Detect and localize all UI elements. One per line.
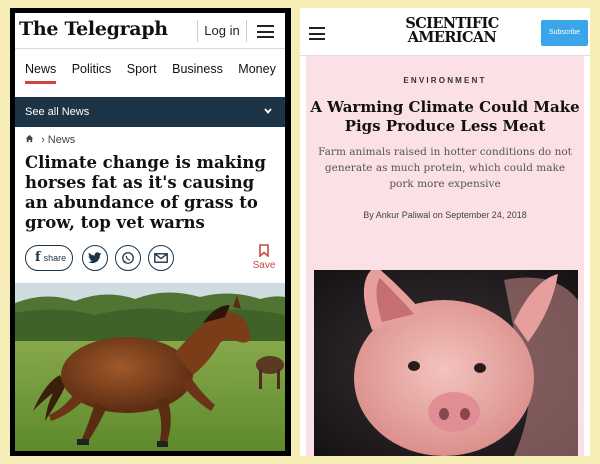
home-icon[interactable] [25,134,37,146]
see-all-news-bar[interactable]: See all News [15,97,285,127]
pig-photo [314,270,578,456]
sciam-logo-line2: AMERICAN [407,29,497,46]
section-label[interactable]: ENVIRONMENT [306,76,584,85]
nav-item-news[interactable]: News [25,57,57,84]
telegraph-header: The Telegraph Log in [15,13,285,49]
hamburger-menu-icon[interactable] [257,25,274,38]
facebook-icon: f [35,250,41,265]
article-dek: Farm animals raised in hotter conditions… [318,146,572,190]
sciam-header: SCIENTIFIC AMERICAN Subscribe [300,8,590,56]
email-share-button[interactable] [148,245,174,271]
share-label: share [43,253,67,263]
twitter-icon [88,252,102,264]
nav-item-business[interactable]: Business [172,57,223,81]
article-hero: ENVIRONMENT A Warming Climate Could Make… [306,56,584,456]
nav-item-money[interactable]: Money [238,57,276,81]
horse-photo [15,283,285,451]
telegraph-nav: News Politics Sport Business Money [15,57,285,89]
see-all-news-label: See all News [25,106,90,118]
telegraph-logo[interactable]: The Telegraph [19,18,168,40]
save-button[interactable]: Save [251,244,277,271]
nav-item-politics[interactable]: Politics [72,57,112,81]
telegraph-phone-frame: The Telegraph Log in News Politics Sport… [10,8,291,456]
login-button[interactable]: Log in [197,20,247,42]
sciam-logo[interactable]: SCIENTIFIC AMERICAN [404,16,500,46]
breadcrumb-separator: › [41,134,45,146]
subscribe-button[interactable]: Subscribe [541,20,588,46]
bookmark-icon [259,244,269,257]
breadcrumb: › News [25,134,75,146]
article-byline: By Ankur Paliwal on September 24, 2018 [363,210,527,220]
chevron-down-icon [263,97,273,127]
whatsapp-share-button[interactable] [115,245,141,271]
facebook-share-button[interactable]: f share [25,245,73,271]
save-label: Save [252,260,276,271]
telegraph-screen: The Telegraph Log in News Politics Sport… [15,13,285,451]
article-headline: Climate change is making horses fat as i… [25,153,266,232]
breadcrumb-news-link[interactable]: News [48,134,76,146]
sciam-phone-screen: SCIENTIFIC AMERICAN Subscribe ENVIRONMEN… [300,8,590,456]
nav-item-sport[interactable]: Sport [127,57,157,81]
article-title: A Warming Climate Could Make Pigs Produc… [310,98,580,135]
hamburger-menu-icon[interactable] [309,27,325,40]
twitter-share-button[interactable] [82,245,108,271]
email-icon [154,253,168,263]
whatsapp-icon [122,252,134,264]
